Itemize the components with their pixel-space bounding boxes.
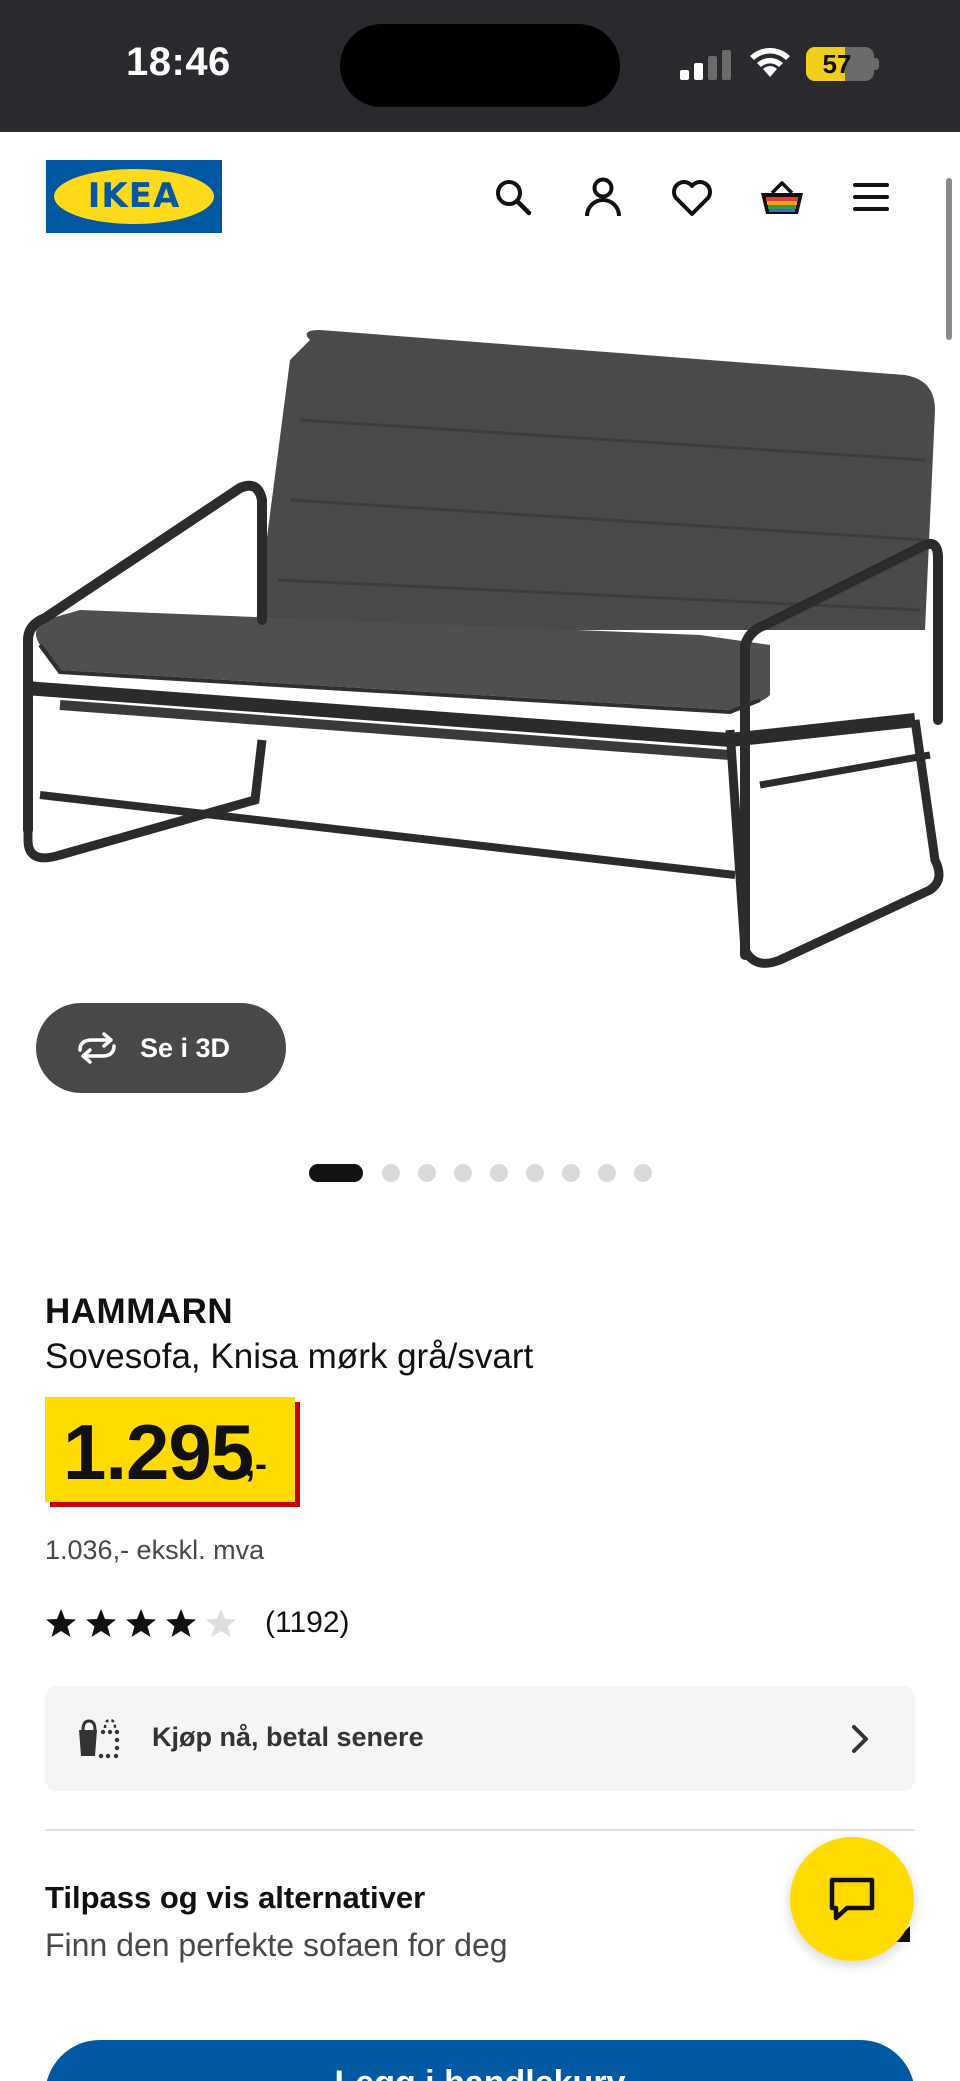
view-3d-label: Se i 3D [140,1032,231,1063]
product-image[interactable] [0,300,960,1000]
price-suffix: ,- [245,1443,267,1484]
chevron-right-icon [852,1725,868,1753]
pay-later-label: Kjøp nå, betal senere [152,1722,424,1752]
menu-icon [853,183,889,211]
star-filled-icon [86,1609,116,1637]
chat-button[interactable] [790,1837,914,1961]
carousel-dot[interactable] [525,1164,544,1182]
carousel-dot[interactable] [633,1164,652,1182]
star-empty-icon [206,1609,236,1637]
battery-icon: 57 [806,47,874,81]
carousel-dot[interactable] [489,1164,508,1182]
carousel-dot-active[interactable] [308,1164,363,1182]
add-to-cart-label: Legg i handlekurv [45,2064,915,2081]
add-to-cart-button[interactable]: Legg i handlekurv [45,2040,915,2081]
wishlist-heart-icon [672,180,712,216]
product-name: HAMMARN [45,1292,234,1331]
shopping-cart-icon [761,181,803,214]
dynamic-island [340,24,620,107]
carousel-dot[interactable] [381,1164,400,1182]
price-tag: 1.295 ,- [45,1397,295,1502]
product-description: Sovesofa, Knisa mørk grå/svart [45,1337,534,1376]
review-count: (1192) [265,1606,350,1639]
carousel-dot[interactable] [561,1164,580,1182]
wifi-icon [750,48,790,77]
star-filled-icon [166,1609,196,1637]
ikea-logo[interactable]: IKEA [46,160,222,233]
rating-stars [45,1607,245,1639]
search-icon [496,180,532,216]
price-value: 1.295 [63,1408,254,1496]
rating-summary[interactable]: (1192) [45,1603,350,1643]
cellular-signal-icon [680,50,731,80]
star-filled-icon [46,1609,76,1637]
status-time: 18:46 [126,40,231,84]
customize-subtitle: Finn den perfekte sofaen for deg [45,1927,508,1963]
logo-text: IKEA [87,176,181,216]
section-divider [45,1829,915,1831]
pay-later-banner[interactable]: Kjøp nå, betal senere [45,1686,915,1791]
wishlist-button[interactable] [667,172,717,222]
carousel-dot[interactable] [597,1164,616,1182]
star-filled-icon [126,1609,156,1637]
account-button[interactable] [578,172,628,222]
shopping-bag-dotted-icon [79,1718,120,1759]
cart-button-header[interactable] [757,172,807,222]
search-button[interactable] [488,172,538,222]
carousel-dot[interactable] [417,1164,436,1182]
image-carousel-indicator[interactable] [0,1163,960,1183]
customize-title[interactable]: Tilpass og vis alternativer [45,1880,425,1916]
rotate-3d-icon [78,1032,116,1064]
account-icon [585,177,621,217]
price-excl-vat: 1.036,- ekskl. mva [45,1535,265,1565]
status-bar: 18:46 57 [0,0,960,132]
view-3d-button[interactable]: Se i 3D [36,1003,286,1093]
carousel-dot[interactable] [453,1164,472,1182]
menu-button[interactable] [846,172,896,222]
battery-tip [874,58,879,70]
site-header: IKEA [0,132,960,262]
battery-level: 57 [822,49,852,79]
chat-bubble-icon [829,1877,875,1921]
